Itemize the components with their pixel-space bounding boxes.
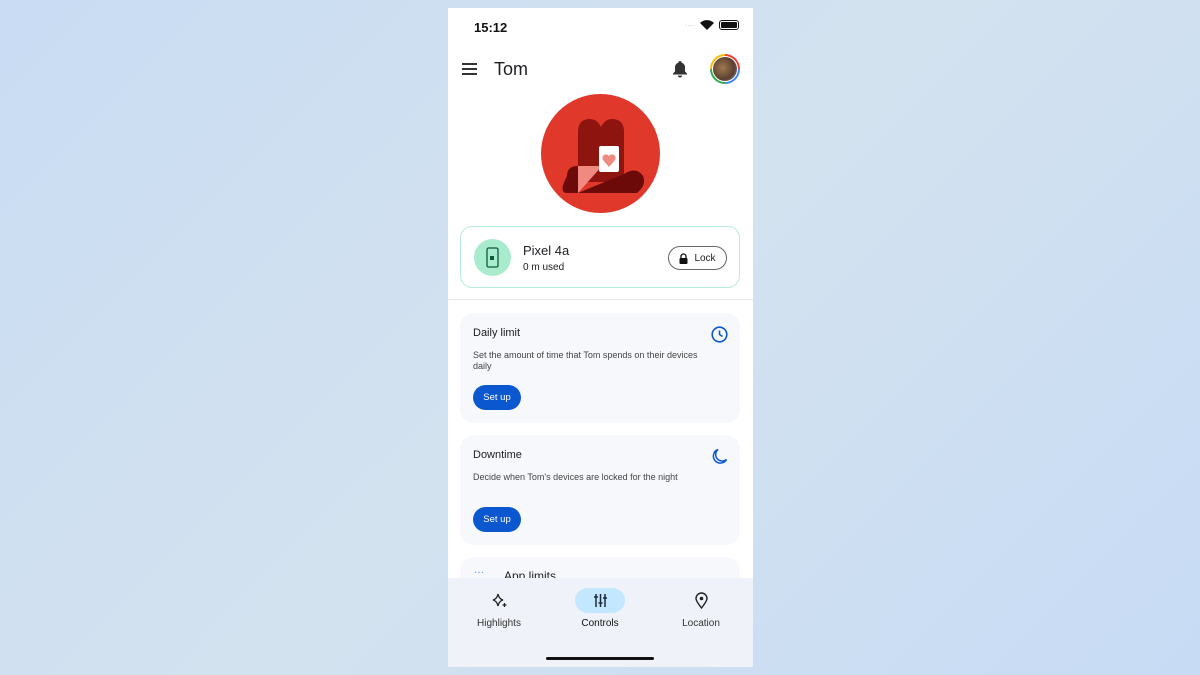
daily-limit-card[interactable]: Daily limit Set the amount of time that … bbox=[460, 313, 740, 423]
bottom-navigation: Highlights Controls Location bbox=[448, 578, 753, 667]
apps-icon: ··· bbox=[474, 567, 484, 578]
set-up-button[interactable]: Set up bbox=[473, 507, 521, 532]
nav-location[interactable]: Location bbox=[651, 588, 751, 629]
device-name: Pixel 4a bbox=[523, 243, 570, 258]
set-up-button[interactable]: Set up bbox=[473, 385, 521, 410]
card-title: Downtime bbox=[473, 449, 522, 461]
card-title: Daily limit bbox=[473, 327, 521, 339]
profile-hat-illustration bbox=[541, 94, 660, 213]
nav-label: Location bbox=[682, 618, 720, 629]
menu-icon[interactable] bbox=[462, 63, 477, 78]
phone-screen: 15:12 ···· Tom Pixel 4a 0 m used Lock Da… bbox=[448, 8, 753, 667]
nav-highlights[interactable]: Highlights bbox=[449, 588, 549, 629]
lock-label: Lock bbox=[694, 252, 716, 264]
page-title: Tom bbox=[494, 59, 529, 79]
status-icons: ···· bbox=[684, 20, 739, 30]
nav-label: Controls bbox=[581, 618, 619, 629]
device-card[interactable]: Pixel 4a 0 m used Lock bbox=[460, 226, 740, 288]
clock-icon bbox=[711, 326, 728, 343]
phone-icon bbox=[474, 239, 511, 276]
bell-icon[interactable] bbox=[672, 60, 688, 78]
sliders-icon bbox=[593, 594, 607, 607]
card-description: Set the amount of time that Tom spends o… bbox=[473, 350, 698, 371]
nav-label: Highlights bbox=[477, 618, 521, 629]
lock-button[interactable]: Lock bbox=[668, 246, 727, 270]
moon-icon bbox=[712, 448, 728, 464]
card-description: Decide when Tom's devices are locked for… bbox=[473, 472, 678, 482]
location-pin-icon bbox=[694, 592, 708, 609]
nav-controls[interactable]: Controls bbox=[550, 588, 650, 629]
home-indicator[interactable] bbox=[546, 657, 654, 660]
status-time: 15:12 bbox=[474, 20, 508, 35]
app-bar: Tom bbox=[448, 52, 753, 88]
battery-icon bbox=[719, 20, 739, 30]
avatar[interactable] bbox=[710, 54, 740, 84]
wifi-icon bbox=[700, 20, 714, 30]
signal-icon: ···· bbox=[684, 20, 695, 30]
divider bbox=[448, 299, 753, 300]
device-usage: 0 m used bbox=[523, 262, 565, 273]
downtime-card[interactable]: Downtime Decide when Tom's devices are l… bbox=[460, 435, 740, 545]
sparkle-icon bbox=[492, 593, 506, 607]
lock-icon bbox=[679, 252, 688, 264]
